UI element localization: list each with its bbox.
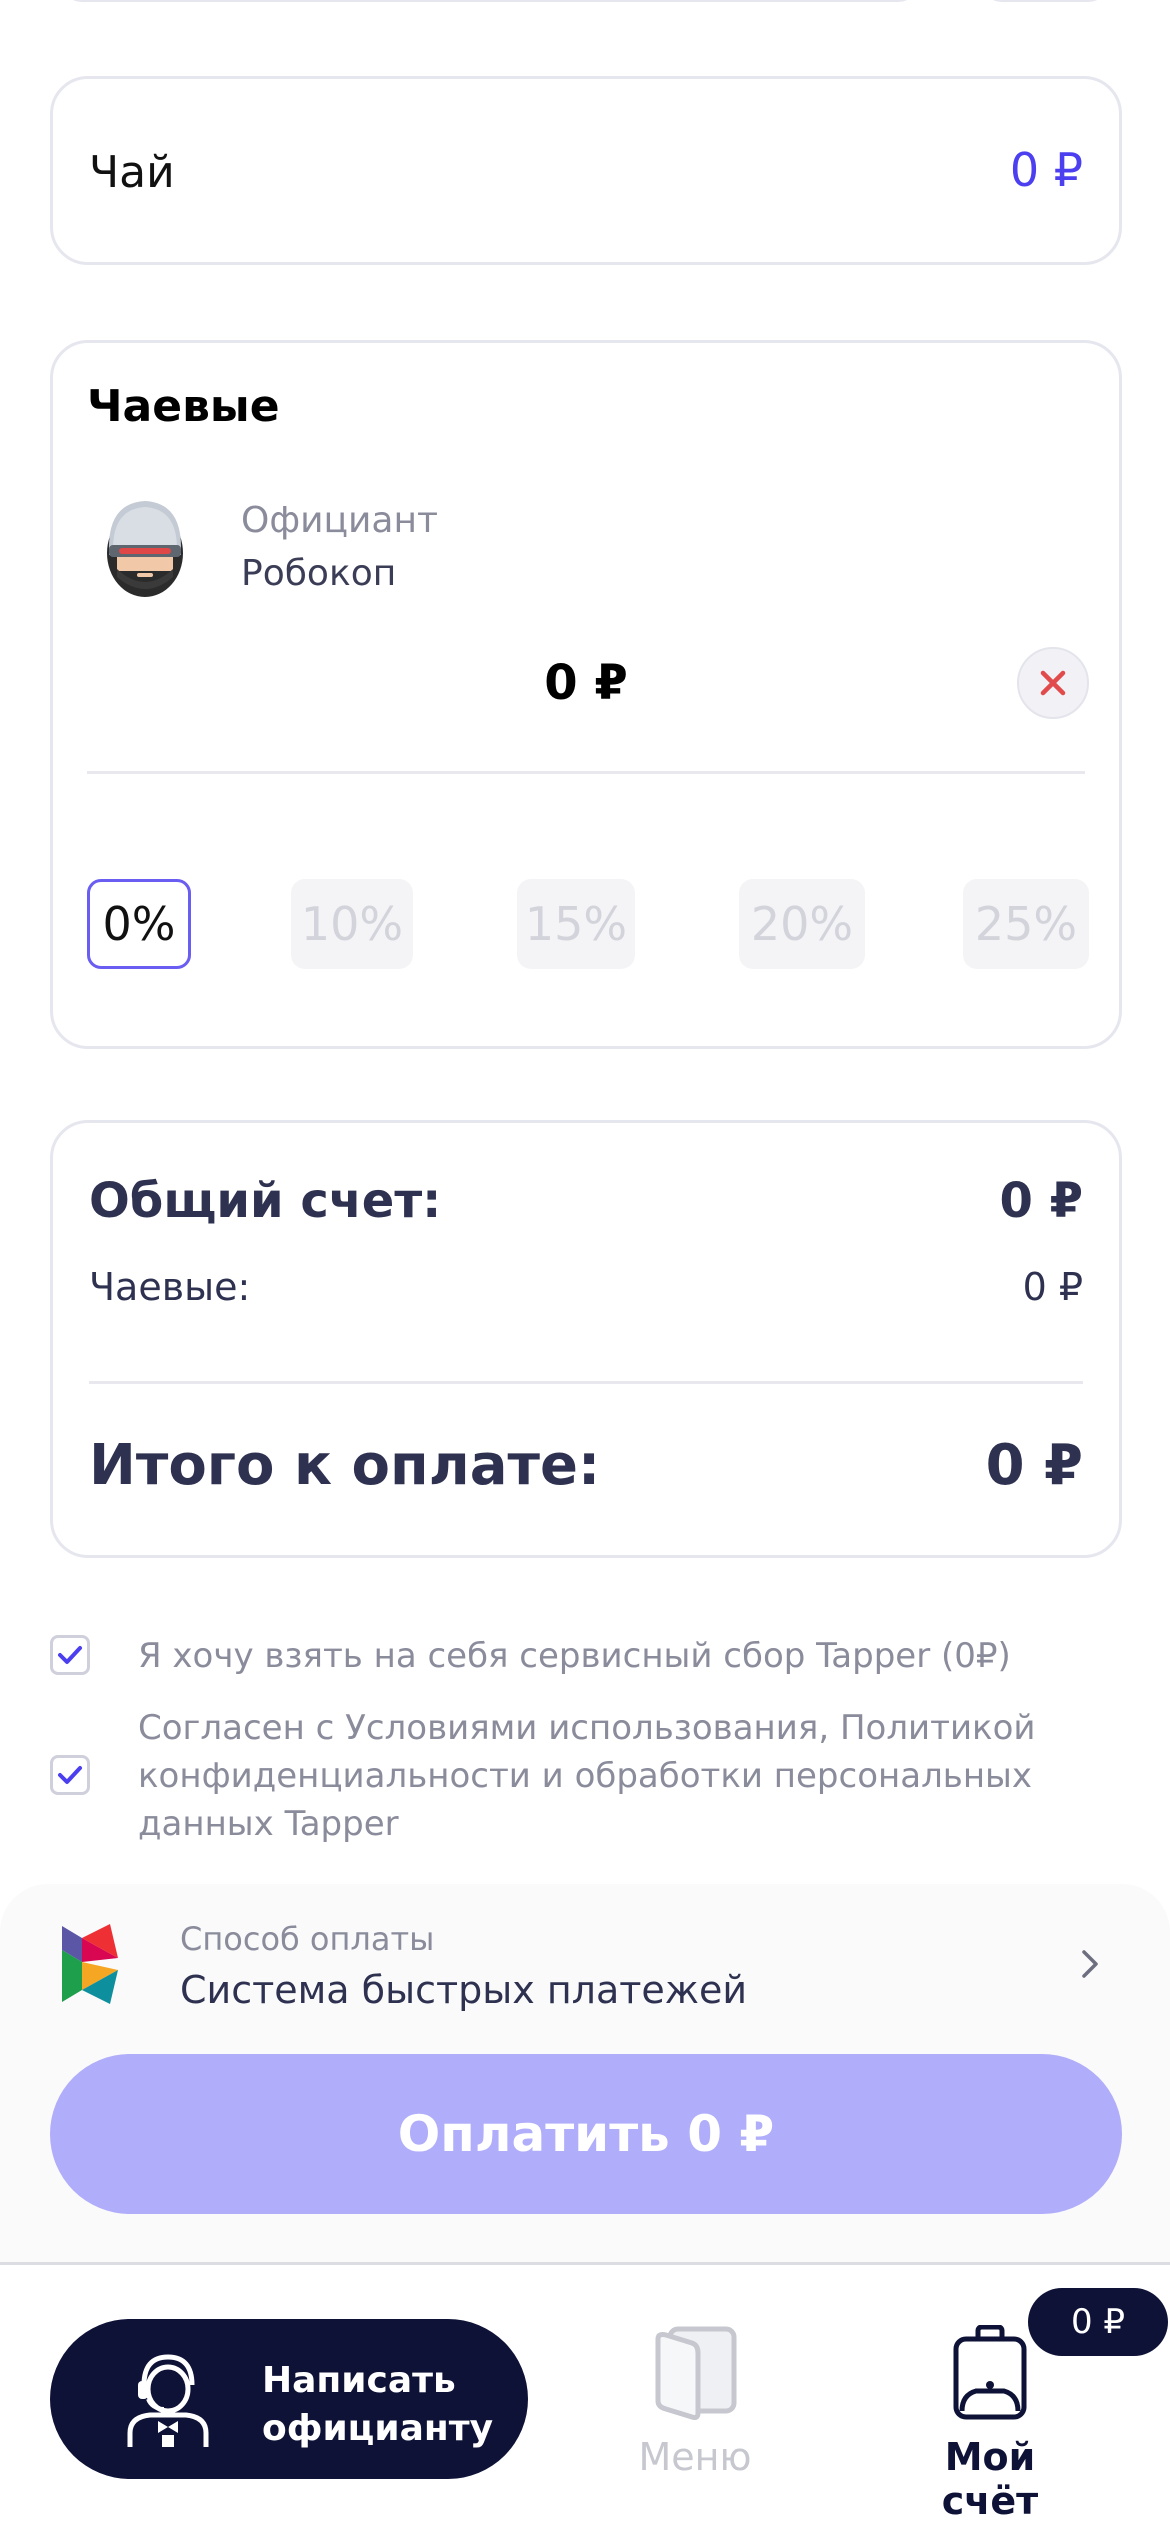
payment-method-row[interactable]: Способ оплаты Система быстрых платежей xyxy=(0,1884,1170,2034)
grand-total-label: Итого к оплате: xyxy=(89,1433,601,1498)
waiter-name: Робокоп xyxy=(241,553,397,594)
robocop-avatar-icon xyxy=(107,501,183,597)
total-value: 0 ₽ xyxy=(999,1173,1083,1229)
tip-percent-15[interactable]: 15% xyxy=(517,879,635,969)
menu-book-icon xyxy=(655,2326,737,2420)
payment-sheet: Способ оплаты Система быстрых платежей О… xyxy=(0,1884,1170,2264)
check-icon xyxy=(58,1766,82,1784)
terms-checkbox[interactable] xyxy=(50,1755,90,1795)
previous-card-edge xyxy=(60,0,920,2)
waiter-role: Официант xyxy=(241,500,438,541)
tip-percent-10[interactable]: 10% xyxy=(291,879,413,969)
tips-card: Чаевые Официант Робокоп 0 ₽ 0% 10% 15% 2… xyxy=(50,340,1122,1049)
total-label: Общий счет: xyxy=(89,1173,442,1229)
bottom-navigation: Написать официанту Меню Мой счёт xyxy=(0,2262,1170,2532)
totals-card: Общий счет: 0 ₽ Чаевые: 0 ₽ Итого к опла… xyxy=(50,1120,1122,1558)
tip-percent-0[interactable]: 0% xyxy=(87,879,191,969)
grand-total-value: 0 ₽ xyxy=(985,1433,1083,1498)
tips-divider xyxy=(87,771,1085,774)
chevron-right-icon xyxy=(1082,1950,1098,1978)
tea-item-title: Чай xyxy=(89,147,175,198)
nav-menu[interactable]: Меню xyxy=(630,2325,760,2505)
previous-control-edge xyxy=(980,0,1110,2)
bill-amount-badge: 0 ₽ xyxy=(1028,2288,1168,2356)
waiter-icon xyxy=(127,2354,209,2447)
payment-method-value: Система быстрых платежей xyxy=(180,1968,748,2012)
menu-label: Меню xyxy=(638,2435,752,2479)
service-fee-text: Я хочу взять на себя сервисный сбор Tapp… xyxy=(138,1636,1011,1676)
terms-text: Согласен с Условиями использования, Поли… xyxy=(138,1708,1036,1844)
tips-title: Чаевые xyxy=(87,381,280,432)
tip-amount-input[interactable]: 0 ₽ xyxy=(53,655,1119,711)
tea-item-amount: 0 ₽ xyxy=(1009,143,1083,197)
call-waiter-button[interactable]: Написать официанту xyxy=(50,2319,528,2479)
close-icon xyxy=(1040,670,1066,696)
check-icon xyxy=(58,1646,82,1664)
sbp-logo-icon xyxy=(62,1924,118,2004)
pay-button[interactable]: Оплатить 0 ₽ xyxy=(50,2054,1122,2214)
tips-line-value: 0 ₽ xyxy=(1022,1265,1083,1309)
payment-method-label: Способ оплаты xyxy=(180,1920,435,1958)
tips-line-label: Чаевые: xyxy=(89,1265,251,1309)
service-fee-checkbox[interactable] xyxy=(50,1635,90,1675)
clear-tip-button[interactable] xyxy=(1017,647,1089,719)
bill-bag-icon xyxy=(953,2325,1027,2420)
tip-percent-25[interactable]: 25% xyxy=(963,879,1089,969)
tip-percent-20[interactable]: 20% xyxy=(739,879,865,969)
totals-divider xyxy=(89,1381,1083,1384)
tea-item-card: Чай 0 ₽ xyxy=(50,76,1122,265)
my-bill-label: Мой счёт xyxy=(941,2435,1039,2523)
call-waiter-label: Написать официанту xyxy=(262,2360,494,2449)
